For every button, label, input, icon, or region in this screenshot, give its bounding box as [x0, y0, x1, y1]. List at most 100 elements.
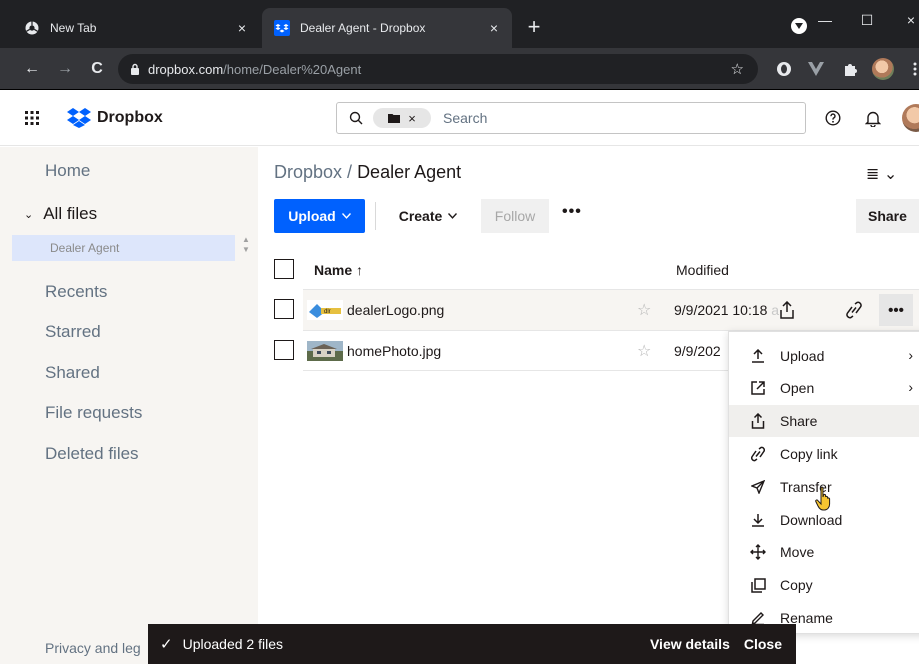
folder-icon: [388, 114, 401, 123]
chevron-right-icon: ›: [908, 379, 913, 395]
row-more-button[interactable]: •••: [879, 294, 913, 326]
dropbox-header: Dropbox × Search: [0, 90, 919, 146]
sidebar-item-recents[interactable]: Recents: [45, 282, 107, 302]
check-icon: ✓: [160, 636, 173, 653]
tab-dealer-agent[interactable]: Dealer Agent - Dropbox ×: [262, 8, 512, 48]
open-external-icon: [748, 378, 768, 398]
forward-button[interactable]: →: [55, 59, 75, 79]
address-bar[interactable]: dropbox.com/home/Dealer%20Agent ☆: [118, 54, 758, 84]
select-all-checkbox[interactable]: [274, 259, 294, 279]
menu-item-label: Copy link: [780, 446, 838, 462]
sidebar-item-shared[interactable]: Shared: [45, 363, 100, 383]
url-path: /home/Dealer%20Agent: [223, 61, 362, 77]
tab-close-icon[interactable]: ×: [232, 18, 252, 38]
app-grid-icon[interactable]: [24, 110, 40, 126]
view-toggle-button[interactable]: ≣ ⌄: [866, 164, 897, 184]
sidebar-item-home[interactable]: Home: [45, 161, 90, 181]
sidebar-item-file-requests[interactable]: File requests: [45, 403, 142, 423]
snackbar-close-button[interactable]: Close: [744, 636, 782, 652]
tab-new-tab[interactable]: New Tab ×: [12, 8, 260, 48]
follow-button[interactable]: Follow: [481, 199, 549, 233]
share-icon[interactable]: [775, 298, 799, 322]
create-button[interactable]: Create: [382, 199, 474, 233]
star-icon[interactable]: ☆: [637, 300, 651, 320]
folder-scope-chip[interactable]: ×: [373, 108, 431, 128]
chrome-icon: [24, 20, 40, 36]
breadcrumb-current: Dealer Agent: [357, 162, 462, 182]
browser-titlebar: New Tab × Dealer Agent - Dropbox × + — ☐…: [0, 0, 919, 48]
lock-icon: [130, 63, 140, 75]
row-checkbox[interactable]: [274, 299, 294, 319]
browser-menu-icon[interactable]: [906, 60, 919, 78]
search-input[interactable]: × Search: [336, 102, 806, 134]
share-button[interactable]: Share: [856, 199, 919, 233]
folder-tree-scrollbar[interactable]: ▲ ▼: [240, 235, 252, 265]
column-header-name[interactable]: Name ↑: [314, 262, 363, 278]
chip-close-icon[interactable]: ×: [408, 111, 416, 126]
menu-item-upload[interactable]: Upload ›: [729, 340, 919, 372]
file-context-menu: Upload › Open › Share Copy link Transfer…: [728, 331, 919, 634]
menu-item-label: Copy: [780, 577, 813, 593]
star-icon[interactable]: ☆: [637, 341, 651, 361]
dropbox-logo[interactable]: Dropbox: [67, 108, 163, 128]
menu-item-label: Download: [780, 512, 843, 528]
file-name[interactable]: dealerLogo.png: [347, 302, 444, 318]
download-icon: [748, 510, 768, 530]
tab-close-icon[interactable]: ×: [484, 18, 504, 38]
upload-icon: [748, 346, 768, 366]
sidebar-item-deleted-files[interactable]: Deleted files: [45, 444, 139, 464]
copy-icon: [748, 575, 768, 595]
puzzle-extensions-icon[interactable]: [841, 60, 859, 78]
browser-toolbar: ← → C dropbox.com/home/Dealer%20Agent ☆: [0, 48, 919, 90]
search-placeholder: Search: [443, 110, 488, 126]
notifications-bell-icon[interactable]: [862, 107, 884, 129]
maximize-button[interactable]: ☐: [852, 10, 882, 34]
menu-item-label: Share: [780, 413, 818, 429]
reload-button[interactable]: C: [87, 59, 107, 79]
link-icon[interactable]: [842, 298, 866, 322]
menu-item-label: Upload: [780, 348, 825, 364]
profile-menu-icon[interactable]: [791, 18, 807, 34]
upload-label: Upload: [288, 208, 336, 224]
menu-item-open[interactable]: Open ›: [729, 372, 919, 404]
help-icon[interactable]: [822, 107, 844, 129]
upload-button[interactable]: Upload: [274, 199, 365, 233]
row-checkbox[interactable]: [274, 340, 294, 360]
minimize-button[interactable]: —: [810, 10, 840, 34]
column-header-modified[interactable]: Modified: [676, 262, 729, 278]
menu-item-label: Open: [780, 380, 815, 396]
breadcrumb-root[interactable]: Dropbox: [274, 162, 342, 182]
account-avatar[interactable]: [902, 104, 919, 132]
vue-extension-icon[interactable]: [807, 60, 825, 78]
sidebar-folder-dealer-agent[interactable]: Dealer Agent: [12, 235, 235, 261]
more-actions-button[interactable]: •••: [562, 203, 582, 221]
file-name[interactable]: homePhoto.jpg: [347, 343, 441, 359]
search-icon: [349, 111, 363, 125]
profile-avatar[interactable]: [872, 58, 894, 80]
bookmark-star-icon[interactable]: ☆: [731, 60, 744, 78]
tab-label: New Tab: [50, 21, 97, 35]
dropbox-logo-icon: [67, 108, 91, 128]
table-row[interactable]: dlr dealerLogo.png ☆ 9/9/2021 10:18 a ••…: [303, 289, 919, 330]
opera-extension-icon[interactable]: [775, 60, 793, 78]
link-icon: [748, 444, 768, 464]
privacy-legal-link[interactable]: Privacy and leg: [45, 640, 141, 656]
file-modified: 9/9/202: [674, 343, 721, 359]
sidebar-item-all-files[interactable]: ⌄ All files: [24, 204, 97, 224]
view-details-button[interactable]: View details: [650, 636, 730, 652]
move-icon: [748, 542, 768, 562]
sidebar-item-starred[interactable]: Starred: [45, 322, 101, 342]
folder-label: Dealer Agent: [50, 241, 120, 255]
window-close-button[interactable]: ×: [896, 10, 919, 34]
back-button[interactable]: ←: [22, 59, 42, 79]
snackbar-message: Uploaded 2 files: [182, 636, 283, 652]
modified-date: 9/9/2021 10:18: [674, 302, 768, 318]
sidebar-item-label: All files: [43, 204, 98, 223]
chevron-right-icon: ›: [908, 347, 913, 363]
menu-item-copy-link[interactable]: Copy link: [729, 438, 919, 470]
new-tab-button[interactable]: +: [522, 16, 546, 40]
menu-item-copy[interactable]: Copy: [729, 569, 919, 601]
chevron-down-icon: [341, 213, 351, 219]
menu-item-move[interactable]: Move: [729, 536, 919, 568]
menu-item-share[interactable]: Share: [729, 405, 919, 437]
